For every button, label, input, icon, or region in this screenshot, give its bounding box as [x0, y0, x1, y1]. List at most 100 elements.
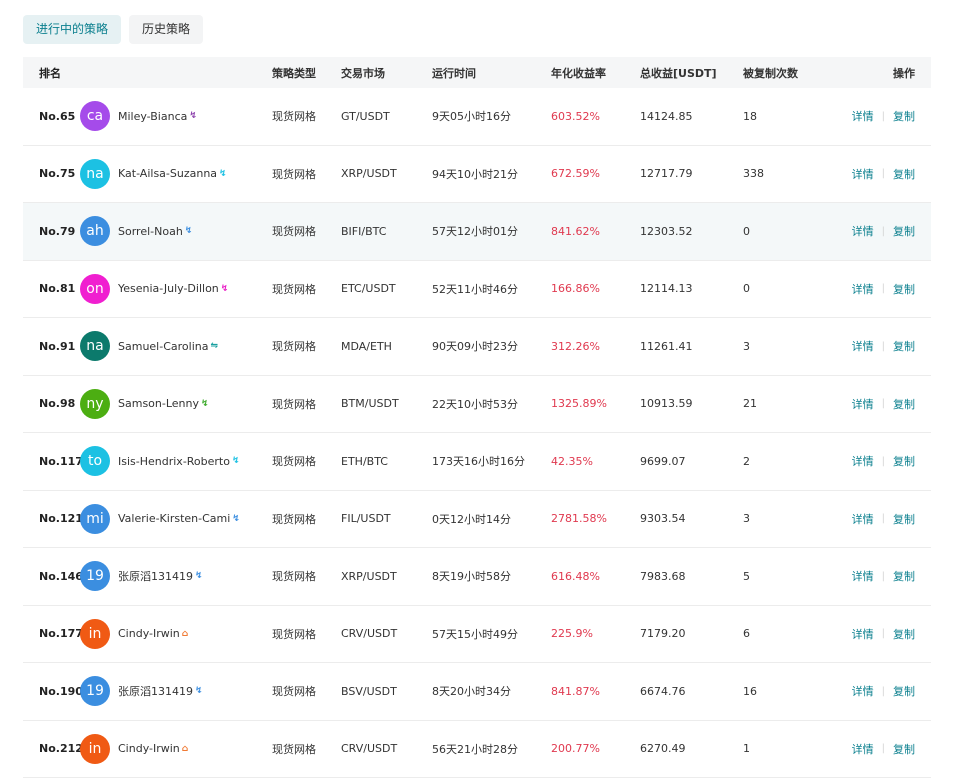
market-cell: BSV/USDT [341, 684, 397, 698]
avatar[interactable]: ah [80, 216, 110, 247]
user-cell[interactable]: in Cindy-Irwin ⌂ [80, 733, 272, 764]
user-cell[interactable]: to Isis-Hendrix-Roberto ↯ [80, 446, 272, 477]
avatar[interactable]: na [80, 158, 110, 189]
user-name[interactable]: Samuel-Carolina [118, 340, 208, 353]
detail-link[interactable]: 详情 [852, 281, 874, 297]
avatar[interactable]: 19 [80, 561, 110, 592]
table-row[interactable]: No.117 to Isis-Hendrix-Roberto ↯ 现货网格 ETH/BTC… [23, 433, 931, 491]
detail-link[interactable]: 详情 [852, 568, 874, 584]
avatar[interactable]: 19 [80, 676, 110, 707]
copy-count-cell: 16 [743, 684, 757, 698]
detail-link[interactable]: 详情 [852, 741, 874, 757]
user-cell[interactable]: ny Samson-Lenny ↯ [80, 388, 272, 419]
divider: | [881, 513, 885, 525]
copy-count-cell: 0 [743, 224, 750, 238]
avatar[interactable]: mi [80, 503, 110, 534]
table-row[interactable]: No.91 na Samuel-Carolina ⇋ 现货网格 MDA/ETH 90天09小… [23, 318, 931, 376]
user-name[interactable]: Samson-Lenny [118, 397, 199, 410]
detail-link[interactable]: 详情 [852, 626, 874, 642]
avatar[interactable]: in [80, 618, 110, 649]
user-name[interactable]: Miley-Bianca [118, 110, 187, 123]
copy-link[interactable]: 复制 [893, 108, 915, 124]
market-cell: MDA/ETH [341, 339, 392, 353]
detail-link[interactable]: 详情 [852, 223, 874, 239]
table-row[interactable]: No.79 ah Sorrel-Noah ↯ 现货网格 BIFI/BTC 57天12小时01… [23, 203, 931, 261]
detail-link[interactable]: 详情 [852, 338, 874, 354]
table-row[interactable]: No.65 ca Miley-Bianca ↯ 现货网格 GT/USDT 9天05小时16分… [23, 88, 931, 146]
table-row[interactable]: No.121 mi Valerie-Kirsten-Cami ↯ 现货网格 FIL/USD… [23, 491, 931, 548]
user-name[interactable]: 张原滔131419 [118, 568, 193, 584]
avatar[interactable]: ny [80, 388, 110, 419]
detail-link[interactable]: 详情 [852, 511, 874, 527]
type-cell: 现货网格 [272, 627, 316, 641]
user-cell[interactable]: na Samuel-Carolina ⇋ [80, 331, 272, 362]
copy-link[interactable]: 复制 [893, 281, 915, 297]
table-row[interactable]: No.146 19 张原滔131419 ↯ 现货网格 XRP/USDT 8天19小时58分 6… [23, 548, 931, 606]
detail-link[interactable]: 详情 [852, 453, 874, 469]
copy-count-cell: 6 [743, 627, 750, 641]
level-badge-icon: ↯ [219, 168, 227, 179]
table-row[interactable]: No.98 ny Samson-Lenny ↯ 现货网格 BTM/USDT 22天10小时5… [23, 376, 931, 433]
strategy-table: 排名 策略类型 交易市场 运行时间 年化收益率 总收益[USDT] 被复制次数 … [23, 57, 931, 778]
runtime-cell: 94天10小时21分 [432, 167, 518, 181]
copy-count-cell: 3 [743, 339, 750, 353]
table-row[interactable]: No.75 na Kat-Ailsa-Suzanna ↯ 现货网格 XRP/USDT 94天… [23, 146, 931, 203]
annual-rate-cell: 225.9% [551, 627, 593, 641]
user-name[interactable]: Cindy-Irwin [118, 742, 180, 755]
avatar[interactable]: ca [80, 101, 110, 132]
avatar[interactable]: in [80, 733, 110, 764]
user-cell[interactable]: 19 张原滔131419 ↯ [80, 676, 272, 707]
user-cell[interactable]: mi Valerie-Kirsten-Cami ↯ [80, 503, 272, 534]
table-row[interactable]: No.81 on Yesenia-July-Dillon ↯ 现货网格 ETC/USDT 5… [23, 261, 931, 318]
runtime-cell: 52天11小时46分 [432, 282, 518, 296]
user-name[interactable]: Sorrel-Noah [118, 225, 183, 238]
detail-link[interactable]: 详情 [852, 166, 874, 182]
rank-cell: No.65 [39, 109, 76, 123]
user-cell[interactable]: ah Sorrel-Noah ↯ [80, 216, 272, 247]
total-profit-cell: 7179.20 [640, 627, 686, 641]
table-row[interactable]: No.190 19 张原滔131419 ↯ 现货网格 BSV/USDT 8天20小时34分 8… [23, 663, 931, 721]
level-badge-icon: ↯ [195, 686, 203, 697]
user-name[interactable]: Yesenia-July-Dillon [118, 282, 219, 295]
user-cell[interactable]: ca Miley-Bianca ↯ [80, 101, 272, 132]
detail-link[interactable]: 详情 [852, 108, 874, 124]
total-profit-cell: 10913.59 [640, 397, 693, 411]
user-name[interactable]: 张原滔131419 [118, 683, 193, 699]
copy-link[interactable]: 复制 [893, 453, 915, 469]
copy-link[interactable]: 复制 [893, 626, 915, 642]
table-row[interactable]: No.177 in Cindy-Irwin ⌂ 现货网格 CRV/USDT 57天15小时4… [23, 606, 931, 663]
copy-link[interactable]: 复制 [893, 568, 915, 584]
detail-link[interactable]: 详情 [852, 683, 874, 699]
user-name[interactable]: Isis-Hendrix-Roberto [118, 455, 230, 468]
total-profit-cell: 12303.52 [640, 224, 693, 238]
header-rate: 年化收益率 [551, 66, 606, 80]
user-cell[interactable]: in Cindy-Irwin ⌂ [80, 618, 272, 649]
user-cell[interactable]: 19 张原滔131419 ↯ [80, 561, 272, 592]
detail-link[interactable]: 详情 [852, 396, 874, 412]
tab-history-strategies[interactable]: 历史策略 [129, 15, 204, 44]
ops-cell: 详情 | 复制 [843, 568, 931, 584]
avatar[interactable]: on [80, 273, 110, 304]
user-name[interactable]: Valerie-Kirsten-Cami [118, 512, 230, 525]
user-cell[interactable]: na Kat-Ailsa-Suzanna ↯ [80, 158, 272, 189]
copy-link[interactable]: 复制 [893, 223, 915, 239]
user-cell[interactable]: on Yesenia-July-Dillon ↯ [80, 273, 272, 304]
divider: | [881, 168, 885, 180]
copy-link[interactable]: 复制 [893, 166, 915, 182]
table-row[interactable]: No.212 in Cindy-Irwin ⌂ 现货网格 CRV/USDT 56天21小时2… [23, 721, 931, 778]
ops-cell: 详情 | 复制 [843, 338, 931, 354]
rank-cell: No.91 [39, 339, 76, 353]
copy-link[interactable]: 复制 [893, 683, 915, 699]
copy-link[interactable]: 复制 [893, 338, 915, 354]
tab-active-strategies[interactable]: 进行中的策略 [23, 15, 122, 44]
avatar[interactable]: na [80, 331, 110, 362]
runtime-cell: 9天05小时16分 [432, 110, 511, 124]
runtime-cell: 57天12小时01分 [432, 225, 518, 239]
copy-link[interactable]: 复制 [893, 741, 915, 757]
user-name[interactable]: Kat-Ailsa-Suzanna [118, 167, 217, 180]
copy-link[interactable]: 复制 [893, 511, 915, 527]
copy-link[interactable]: 复制 [893, 396, 915, 412]
avatar[interactable]: to [80, 446, 110, 477]
user-name[interactable]: Cindy-Irwin [118, 627, 180, 640]
rank-cell: No.117 [39, 454, 83, 468]
